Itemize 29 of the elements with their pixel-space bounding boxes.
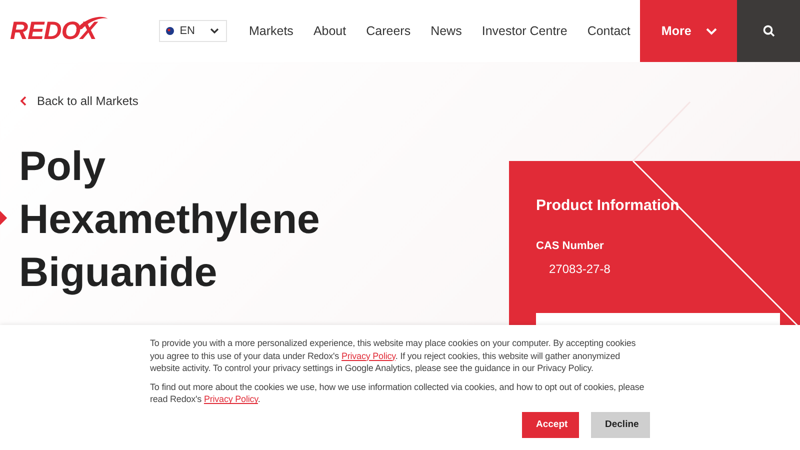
nav-link[interactable]: News <box>420 24 472 38</box>
page-title: Poly <box>19 142 106 191</box>
decline-button[interactable]: Decline <box>591 412 650 438</box>
chevron-down-icon <box>706 28 718 34</box>
privacy-policy-link[interactable]: Privacy Policy <box>204 394 258 404</box>
search-icon <box>762 25 775 37</box>
field-label: CAS Number <box>536 240 605 252</box>
nav-link[interactable]: Investor Centre <box>472 24 578 38</box>
search-button[interactable] <box>737 0 800 62</box>
field-value: 27083-27-8 <box>549 262 612 276</box>
page-title: Biguanide <box>19 248 218 297</box>
more-menu-button[interactable]: More <box>640 0 738 62</box>
chevron-left-icon <box>20 96 27 106</box>
cookie-notice: To provide you with a more personalized experience, this website may place cookies on your computer. By accepting cookies you agree to this use of your data under Redox's Privacy Policy. If you reject cookies, this website will gather anonymized website activity. To control your privacy settings in Google Analytics, please see the guidance in our Privacy Policy. <box>150 337 637 375</box>
back-link[interactable]: Back to all Markets <box>37 94 138 108</box>
accept-button[interactable]: Accept <box>522 412 579 438</box>
nav-link[interactable]: About <box>303 24 356 38</box>
logo[interactable]: REDOX <box>10 16 96 46</box>
language-selector[interactable]: EN <box>158 20 227 42</box>
nav-link[interactable]: Contact <box>577 24 640 38</box>
nav-link[interactable]: Careers <box>356 24 421 38</box>
chevron-down-icon <box>210 28 219 34</box>
card-heading: Product Information <box>536 197 680 214</box>
flag-icon <box>166 27 174 35</box>
privacy-policy-link[interactable]: Privacy Policy <box>341 350 396 361</box>
page-title: Hexamethylene <box>19 195 320 244</box>
language-label: EN <box>180 25 195 37</box>
cookie-notice: To find out more about the cookies we use, how we use information collected via cookies, and how to opt out of cookies, please read Redox's Privacy Policy. <box>150 380 646 406</box>
nav-link[interactable]: Markets <box>238 24 304 38</box>
